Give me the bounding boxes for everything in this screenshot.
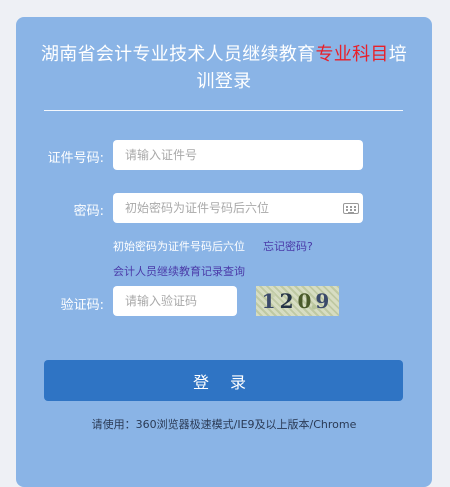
login-button[interactable]: 登 录 [44, 360, 403, 401]
password-input[interactable] [113, 193, 363, 223]
login-panel: 湖南省会计专业技术人员继续教育专业科目培 训登录 证件号码: 密码: 初始密码为… [16, 17, 432, 487]
id-number-input[interactable] [113, 140, 363, 170]
keyboard-icon[interactable] [343, 203, 359, 214]
forgot-password-link[interactable]: 忘记密码? [263, 238, 313, 254]
captcha-image[interactable]: 1209 [256, 286, 339, 316]
page-title: 湖南省会计专业技术人员继续教育专业科目培 训登录 [16, 41, 432, 95]
title-highlight: 专业科目 [315, 44, 389, 65]
captcha-input[interactable] [113, 286, 237, 316]
education-records-link[interactable]: 会计人员继续教育记录查询 [113, 263, 245, 279]
password-label: 密码: [73, 204, 104, 219]
title-divider [44, 110, 403, 111]
captcha-digit: 0 [297, 289, 316, 313]
captcha-digit: 9 [315, 289, 334, 313]
title-text-part2: 培 [388, 44, 407, 65]
password-hint: 初始密码为证件号码后六位 [113, 240, 245, 253]
title-text-part1: 湖南省会计专业技术人员继续教育 [40, 44, 316, 65]
id-number-label: 证件号码: [47, 151, 104, 166]
captcha-digit: 2 [279, 289, 298, 313]
captcha-digit: 1 [261, 289, 280, 313]
title-text-line2: 训登录 [196, 71, 252, 92]
browser-compatibility-note: 请使用：360浏览器极速模式/IE9及以上版本/Chrome [91, 418, 357, 431]
captcha-label: 验证码: [60, 298, 104, 313]
